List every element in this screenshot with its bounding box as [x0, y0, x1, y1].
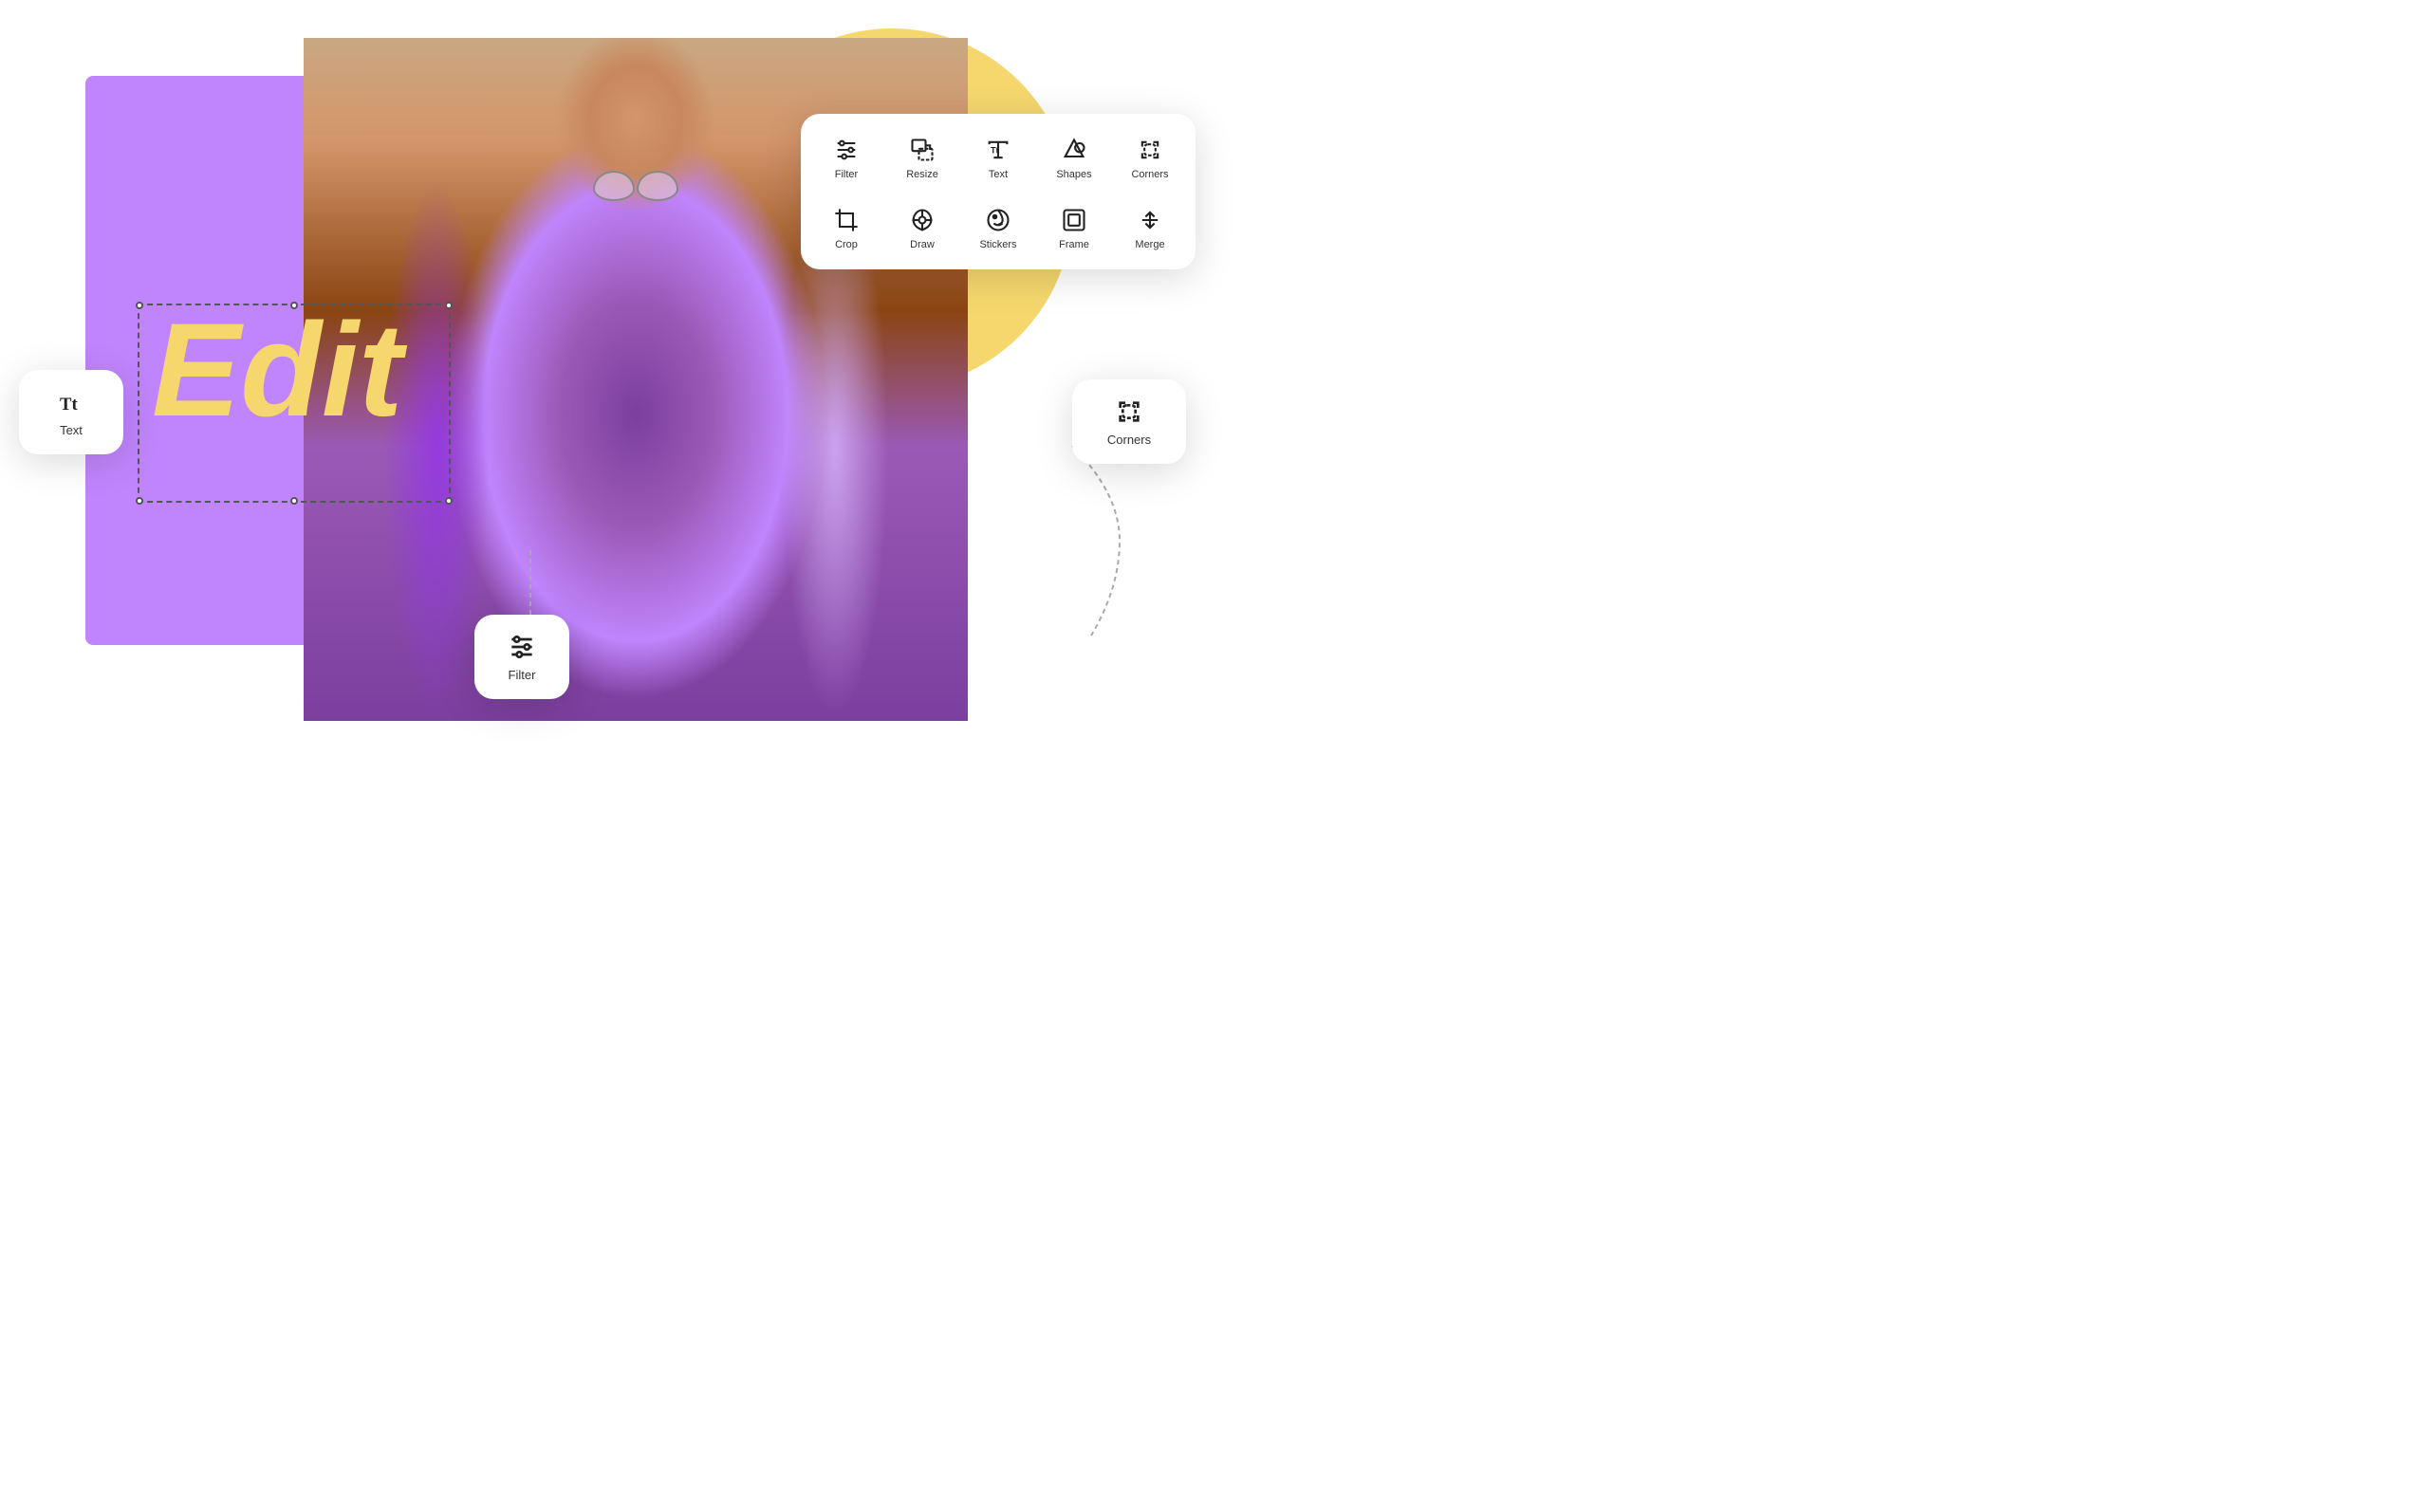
sunglasses [588, 171, 683, 199]
toolbar-panel: Filter Resize Tt Text [801, 114, 1196, 269]
toolbar-filter-label: Filter [835, 169, 858, 180]
toolbar-item-shapes[interactable]: Shapes [1040, 125, 1108, 188]
draw-icon [907, 205, 937, 235]
canvas-area: Edit [85, 76, 911, 645]
text-icon: Tt [983, 135, 1013, 165]
toolbar-crop-label: Crop [835, 239, 858, 250]
handle-top-left [136, 302, 143, 309]
floating-corners-icon [1114, 396, 1144, 427]
merge-icon [1135, 205, 1165, 235]
floating-filter-label: Filter [509, 668, 536, 682]
toolbar-item-text[interactable]: Tt Text [964, 125, 1032, 188]
toolbar-item-frame[interactable]: Frame [1040, 195, 1108, 258]
toolbar-item-resize[interactable]: Resize [888, 125, 956, 188]
toolbar-draw-label: Draw [910, 239, 935, 250]
toolbar-corners-label: Corners [1131, 169, 1168, 180]
corners-icon [1135, 135, 1165, 165]
toolbar-item-merge[interactable]: Merge [1116, 195, 1184, 258]
toolbar-item-draw[interactable]: Draw [888, 195, 956, 258]
toolbar-stickers-label: Stickers [979, 239, 1016, 250]
toolbar-item-filter[interactable]: Filter [812, 125, 881, 188]
toolbar-shapes-label: Shapes [1056, 169, 1091, 180]
floating-text-icon: Tt [56, 387, 86, 417]
handle-bottom-middle [290, 497, 298, 505]
crop-icon [831, 205, 862, 235]
toolbar-resize-label: Resize [906, 169, 938, 180]
resize-icon [907, 135, 937, 165]
floating-text-label: Text [60, 423, 83, 437]
toolbar-frame-label: Frame [1059, 239, 1089, 250]
stickers-icon [983, 205, 1013, 235]
shapes-icon [1059, 135, 1089, 165]
canvas-edit-text: Edit [152, 304, 402, 436]
toolbar-text-label: Text [989, 169, 1008, 180]
floating-filter-icon [507, 632, 537, 662]
floating-corners-label: Corners [1107, 433, 1151, 447]
svg-text:Tt: Tt [60, 395, 78, 415]
handle-bottom-left [136, 497, 143, 505]
floating-text-card[interactable]: Tt Text [19, 370, 123, 454]
floating-corners-card[interactable]: Corners [1072, 379, 1186, 464]
floating-filter-card[interactable]: Filter [474, 615, 569, 699]
svg-text:Tt: Tt [991, 146, 999, 156]
toolbar-merge-label: Merge [1135, 239, 1164, 250]
frame-icon [1059, 205, 1089, 235]
toolbar-item-crop[interactable]: Crop [812, 195, 881, 258]
filter-icon [831, 135, 862, 165]
toolbar-item-stickers[interactable]: Stickers [964, 195, 1032, 258]
toolbar-item-corners[interactable]: Corners [1116, 125, 1184, 188]
